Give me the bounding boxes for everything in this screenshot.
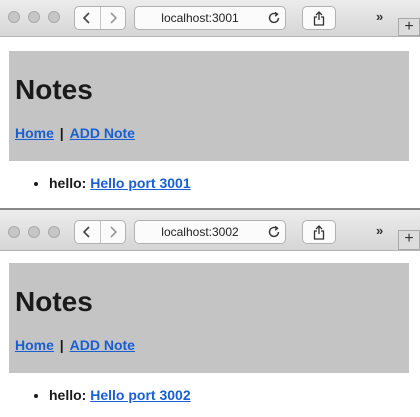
nav-buttons: [74, 220, 126, 244]
close-window-button[interactable]: [8, 11, 20, 23]
browser-toolbar: localhost:3001 »: [0, 0, 420, 37]
address-bar[interactable]: localhost:3002: [134, 220, 286, 244]
page-content: Notes Home | ADD Note hello: Hello port …: [0, 37, 420, 191]
browser-window-2: localhost:3002 » + Notes Home | ADD Note: [0, 210, 420, 417]
forward-button[interactable]: [99, 221, 126, 243]
page-header: Notes Home | ADD Note: [9, 51, 409, 161]
share-icon: [313, 10, 325, 26]
nav-links: Home | ADD Note: [15, 337, 409, 353]
chevron-right-icon: [110, 226, 117, 238]
chevron-right-icon: [110, 12, 117, 24]
more-toolbar-items-button[interactable]: »: [376, 223, 383, 238]
notes-list: hello: Hello port 3001: [0, 175, 420, 191]
url-text: localhost:3002: [161, 225, 239, 239]
nav-separator: |: [59, 125, 64, 141]
nav-buttons: [74, 6, 126, 30]
more-toolbar-items-button[interactable]: »: [376, 9, 383, 24]
note-link[interactable]: Hello port 3001: [90, 175, 190, 191]
add-note-link[interactable]: ADD Note: [70, 337, 135, 353]
share-button[interactable]: [302, 220, 336, 244]
share-button[interactable]: [302, 6, 336, 30]
reload-icon[interactable]: [267, 11, 281, 25]
reload-icon[interactable]: [267, 225, 281, 239]
back-button[interactable]: [75, 7, 100, 29]
browser-window-1: localhost:3001 » Notes Home | ADD Note •…: [0, 0, 420, 208]
chevron-left-icon: [83, 12, 90, 24]
close-window-button[interactable]: [8, 226, 20, 238]
home-link[interactable]: Home: [15, 125, 54, 141]
notes-list: hello: Hello port 3002: [0, 387, 420, 403]
new-tab-button[interactable]: +: [398, 18, 420, 36]
address-bar[interactable]: localhost:3001: [134, 6, 286, 30]
url-text: localhost:3001: [161, 11, 239, 25]
note-key: hello:: [49, 175, 87, 191]
note-link[interactable]: Hello port 3002: [90, 387, 190, 403]
nav-links: Home | ADD Note: [15, 125, 409, 141]
minimize-window-button[interactable]: [28, 11, 40, 23]
list-item: hello: Hello port 3002: [49, 387, 420, 403]
page-content: Notes Home | ADD Note hello: Hello port …: [0, 251, 420, 403]
new-tab-button[interactable]: +: [398, 230, 420, 250]
add-note-link[interactable]: ADD Note: [70, 125, 135, 141]
zoom-window-button[interactable]: [48, 226, 60, 238]
page-title: Notes: [15, 286, 93, 317]
browser-toolbar: localhost:3002 » +: [0, 210, 420, 251]
home-link[interactable]: Home: [15, 337, 54, 353]
zoom-window-button[interactable]: [48, 11, 60, 23]
page-title: Notes: [15, 74, 93, 105]
share-icon: [313, 224, 325, 240]
note-key: hello:: [49, 387, 87, 403]
chevron-left-icon: [83, 226, 90, 238]
minimize-window-button[interactable]: [28, 226, 40, 238]
back-button[interactable]: [75, 221, 100, 243]
forward-button[interactable]: [99, 7, 126, 29]
list-item: hello: Hello port 3001: [49, 175, 420, 191]
page-header: Notes Home | ADD Note: [9, 263, 409, 373]
nav-separator: |: [59, 337, 64, 353]
